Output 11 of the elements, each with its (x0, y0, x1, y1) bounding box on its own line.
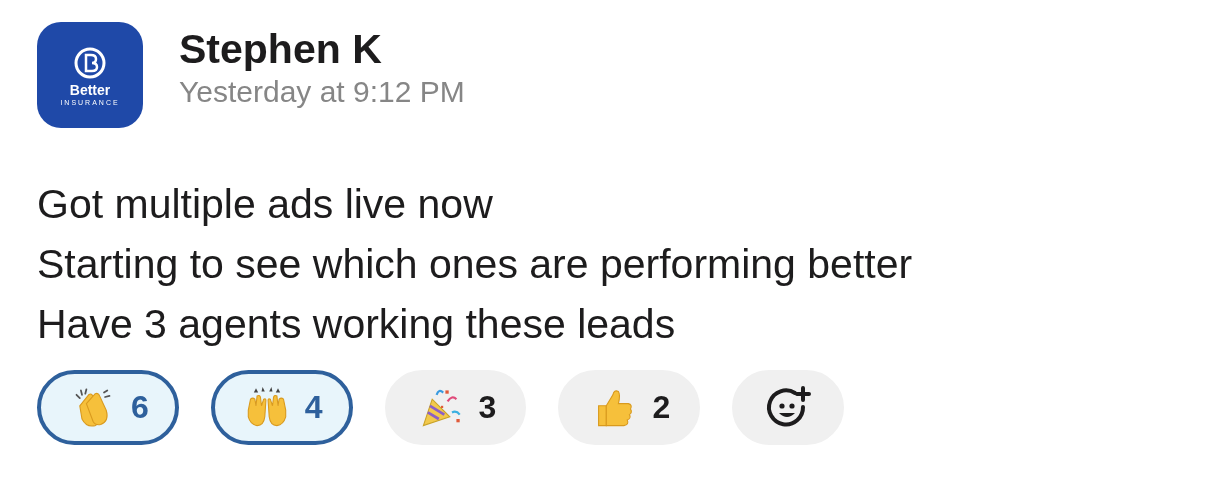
reaction-button[interactable]: 6 (37, 370, 179, 445)
message-line: Have 3 agents working these leads (37, 300, 677, 349)
reaction-button[interactable]: 2 (558, 370, 701, 445)
logo-icon (73, 46, 107, 80)
timestamp[interactable]: Yesterday at 9:12 PM (179, 72, 465, 112)
reaction-button[interactable]: 3 (384, 370, 527, 445)
author-name[interactable]: Stephen K (179, 26, 465, 72)
message-line: Starting to see which ones are performing better (37, 240, 914, 289)
message-line: Got multiple ads live now (37, 180, 494, 229)
reaction-button[interactable]: 4 (210, 370, 353, 445)
brand-name: Better (69, 82, 111, 98)
